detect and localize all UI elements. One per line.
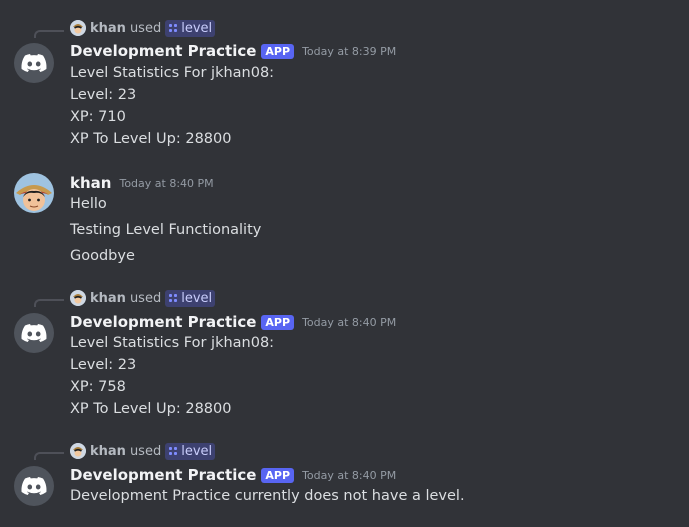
slash-command-icon [169,24,178,32]
user-mini-avatar[interactable] [70,20,86,36]
command-user[interactable]: khan [90,444,126,459]
command-usage-line[interactable]: khan used level [70,442,216,460]
reply-spine [34,30,64,38]
app-badge: APP [261,467,295,483]
message-line: XP To Level Up: 28800 [70,401,232,417]
message-line: Hello [70,196,107,212]
message-line: Level: 23 [70,87,137,103]
message-header: Development Practice APP Today at 8:40 P… [70,311,396,333]
discord-logo-icon [21,54,47,72]
author-name[interactable]: Development Practice [70,42,256,60]
discord-logo-icon [21,324,47,342]
timestamp[interactable]: Today at 8:40 PM [302,469,396,482]
command-usage-line[interactable]: khan used level [70,289,216,307]
command-user[interactable]: khan [90,21,126,36]
message-line: Level Statistics For jkhan08: [70,65,275,81]
app-badge: APP [261,314,295,330]
author-name[interactable]: khan [70,174,111,192]
message-line: XP To Level Up: 28800 [70,131,232,147]
message-line: XP: 710 [70,109,126,125]
timestamp[interactable]: Today at 8:40 PM [302,316,396,329]
slash-command-icon [169,294,178,302]
author-name[interactable]: Development Practice [70,466,256,484]
slash-command-pill[interactable]: level [165,289,216,307]
reply-spine [34,452,64,460]
command-name: level [181,20,213,36]
slash-command-pill[interactable]: level [165,19,216,37]
slash-command-icon [169,447,178,455]
message-line: XP: 758 [70,379,126,395]
chat-messages: khan used level Development Practice APP… [0,0,689,527]
author-name[interactable]: Development Practice [70,313,256,331]
bot-avatar[interactable] [14,313,54,353]
message-line: Testing Level Functionality [70,222,262,238]
message-line: Level Statistics For jkhan08: [70,335,275,351]
message-header: Development Practice APP Today at 8:39 P… [70,40,396,62]
command-usage-line[interactable]: khan used level [70,19,216,37]
command-name: level [181,290,213,306]
user-avatar[interactable] [14,173,54,213]
command-used-text: used [129,290,162,306]
timestamp[interactable]: Today at 8:40 PM [119,177,213,190]
bot-avatar[interactable] [14,43,54,83]
message-header: khan Today at 8:40 PM [70,172,214,194]
bot-avatar[interactable] [14,466,54,506]
reply-spine [34,299,64,307]
message-line: Development Practice currently does not … [70,488,465,504]
message-header: Development Practice APP Today at 8:40 P… [70,464,396,486]
timestamp[interactable]: Today at 8:39 PM [302,45,396,58]
slash-command-pill[interactable]: level [165,442,216,460]
app-badge: APP [261,43,295,59]
discord-logo-icon [21,477,47,495]
command-name: level [181,443,213,459]
command-user[interactable]: khan [90,291,126,306]
message-line: Level: 23 [70,357,137,373]
message-line: Goodbye [70,248,135,264]
command-used-text: used [129,20,162,36]
user-mini-avatar[interactable] [70,443,86,459]
user-mini-avatar[interactable] [70,290,86,306]
command-used-text: used [129,443,162,459]
